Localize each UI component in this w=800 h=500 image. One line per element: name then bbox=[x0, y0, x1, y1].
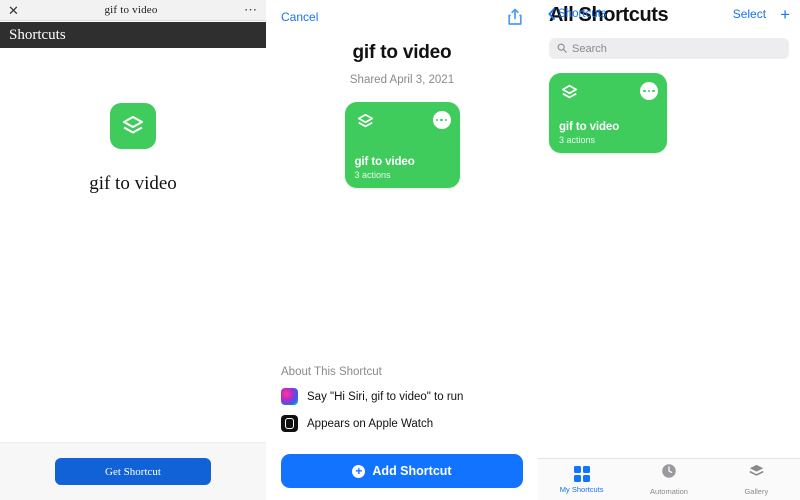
siri-icon bbox=[281, 388, 298, 405]
shortcut-shared-date: Shared April 3, 2021 bbox=[349, 74, 455, 86]
shortcut-card-name: gif to video bbox=[559, 121, 620, 133]
layers-icon bbox=[748, 463, 765, 484]
shortcut-card-name: gif to video bbox=[354, 156, 415, 168]
layers-icon bbox=[110, 103, 156, 149]
about-row-siri: Say "Hi Siri, gif to video" to run bbox=[281, 388, 523, 405]
shortcut-card-actions: 3 actions bbox=[354, 170, 391, 180]
app-header-label: Shortcuts bbox=[9, 26, 66, 43]
left-panel-body: gif to video bbox=[0, 48, 266, 442]
about-row-watch-text: Appears on Apple Watch bbox=[307, 417, 434, 430]
panel-right-all-shortcuts: Shortcuts Select + All Shortcuts Search bbox=[538, 0, 800, 500]
bottom-tab-bar: My Shortcuts Automation Gallery bbox=[538, 458, 800, 500]
search-icon bbox=[557, 40, 567, 58]
more-horizontal-icon[interactable] bbox=[432, 111, 451, 129]
search-placeholder: Search bbox=[572, 42, 607, 55]
clock-icon bbox=[661, 463, 677, 484]
plus-circle-icon: + bbox=[352, 464, 366, 478]
more-horizontal-icon[interactable]: ⋯ bbox=[240, 3, 258, 16]
layers-icon bbox=[355, 111, 376, 137]
shortcut-name: gif to video bbox=[89, 173, 177, 194]
tab-gallery-label: Gallery bbox=[744, 487, 769, 496]
chevron-left-icon bbox=[548, 8, 555, 20]
about-heading: About This Shortcut bbox=[281, 366, 382, 378]
apple-watch-icon bbox=[281, 415, 298, 432]
shortcut-list: gif to video 3 actions bbox=[549, 73, 800, 153]
panel-left-browser-preview: ✕ gif to video ⋯ Shortcuts gif to video … bbox=[0, 0, 266, 500]
cancel-button[interactable]: Cancel bbox=[281, 10, 318, 24]
shortcut-detail-title: gif to video bbox=[352, 42, 452, 63]
plus-icon[interactable]: + bbox=[780, 6, 790, 23]
shortcut-card-container: gif to video 3 actions bbox=[270, 102, 534, 188]
grid-icon bbox=[573, 465, 590, 482]
right-nav-actions: Select + bbox=[733, 6, 790, 23]
get-shortcut-button[interactable]: Get Shortcut bbox=[55, 458, 211, 485]
tab-gallery[interactable]: Gallery bbox=[713, 463, 800, 496]
about-this-shortcut-section: About This Shortcut Say "Hi Siri, gif to… bbox=[281, 366, 523, 442]
shortcut-card-actions: 3 actions bbox=[559, 135, 596, 145]
search-input[interactable]: Search bbox=[549, 38, 789, 59]
tab-my-shortcuts-label: My Shortcuts bbox=[559, 484, 604, 494]
share-icon[interactable] bbox=[507, 8, 523, 26]
add-shortcut-button[interactable]: + Add Shortcut bbox=[281, 454, 523, 488]
mid-nav-bar: Cancel bbox=[270, 0, 534, 34]
add-shortcut-label: Add Shortcut bbox=[372, 464, 452, 478]
right-nav-bar: Shortcuts Select + bbox=[538, 0, 800, 28]
layers-icon bbox=[559, 82, 580, 108]
tab-automation-label: Automation bbox=[650, 487, 688, 496]
tab-automation[interactable]: Automation bbox=[625, 463, 712, 496]
about-row-siri-text: Say "Hi Siri, gif to video" to run bbox=[307, 390, 464, 403]
more-horizontal-icon[interactable] bbox=[640, 82, 658, 100]
back-button[interactable]: Shortcuts bbox=[548, 8, 607, 20]
browser-top-bar: ✕ gif to video ⋯ bbox=[0, 0, 266, 21]
left-panel-footer: Get Shortcut bbox=[0, 442, 266, 500]
browser-page-title: gif to video bbox=[104, 4, 158, 16]
about-row-watch: Appears on Apple Watch bbox=[281, 415, 523, 432]
shortcut-card[interactable]: gif to video 3 actions bbox=[344, 102, 460, 188]
get-shortcut-label: Get Shortcut bbox=[105, 465, 161, 478]
back-button-label: Shortcuts bbox=[558, 8, 607, 20]
tab-my-shortcuts[interactable]: My Shortcuts bbox=[538, 465, 625, 494]
panel-mid-shortcut-detail: Cancel gif to video Shared April 3, 2021 bbox=[270, 0, 534, 500]
shortcut-card[interactable]: gif to video 3 actions bbox=[549, 73, 667, 153]
select-button[interactable]: Select bbox=[733, 7, 766, 21]
close-icon[interactable]: ✕ bbox=[8, 4, 22, 17]
screenshot-stage: ✕ gif to video ⋯ Shortcuts gif to video … bbox=[0, 0, 800, 500]
app-header-bar: Shortcuts bbox=[0, 22, 266, 48]
